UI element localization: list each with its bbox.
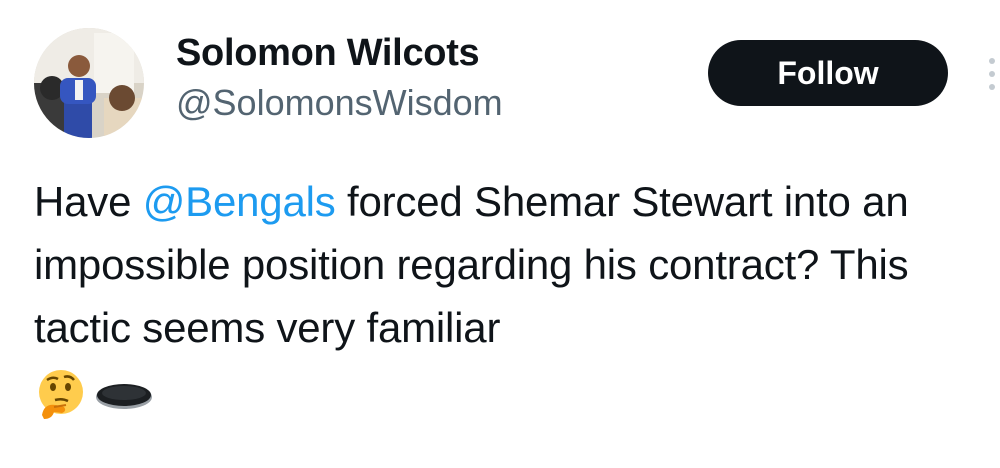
mention-link[interactable]: @Bengals	[143, 178, 336, 225]
avatar-photo	[34, 28, 144, 138]
tweet-text-start: Have	[34, 178, 143, 225]
tweet-text: Have @Bengals forced Shemar Stewart into…	[34, 170, 984, 422]
hole-icon	[94, 367, 154, 421]
emoji-row	[34, 367, 154, 421]
avatar[interactable]	[34, 28, 144, 138]
username-handle[interactable]: @SolomonsWisdom	[176, 82, 503, 124]
thinking-face-icon	[34, 367, 88, 421]
follow-button[interactable]: Follow	[708, 40, 948, 106]
tweet-card: Solomon Wilcots @SolomonsWisdom Follow H…	[0, 0, 1000, 468]
display-name[interactable]: Solomon Wilcots	[176, 32, 480, 75]
more-options-icon[interactable]	[980, 54, 1000, 94]
